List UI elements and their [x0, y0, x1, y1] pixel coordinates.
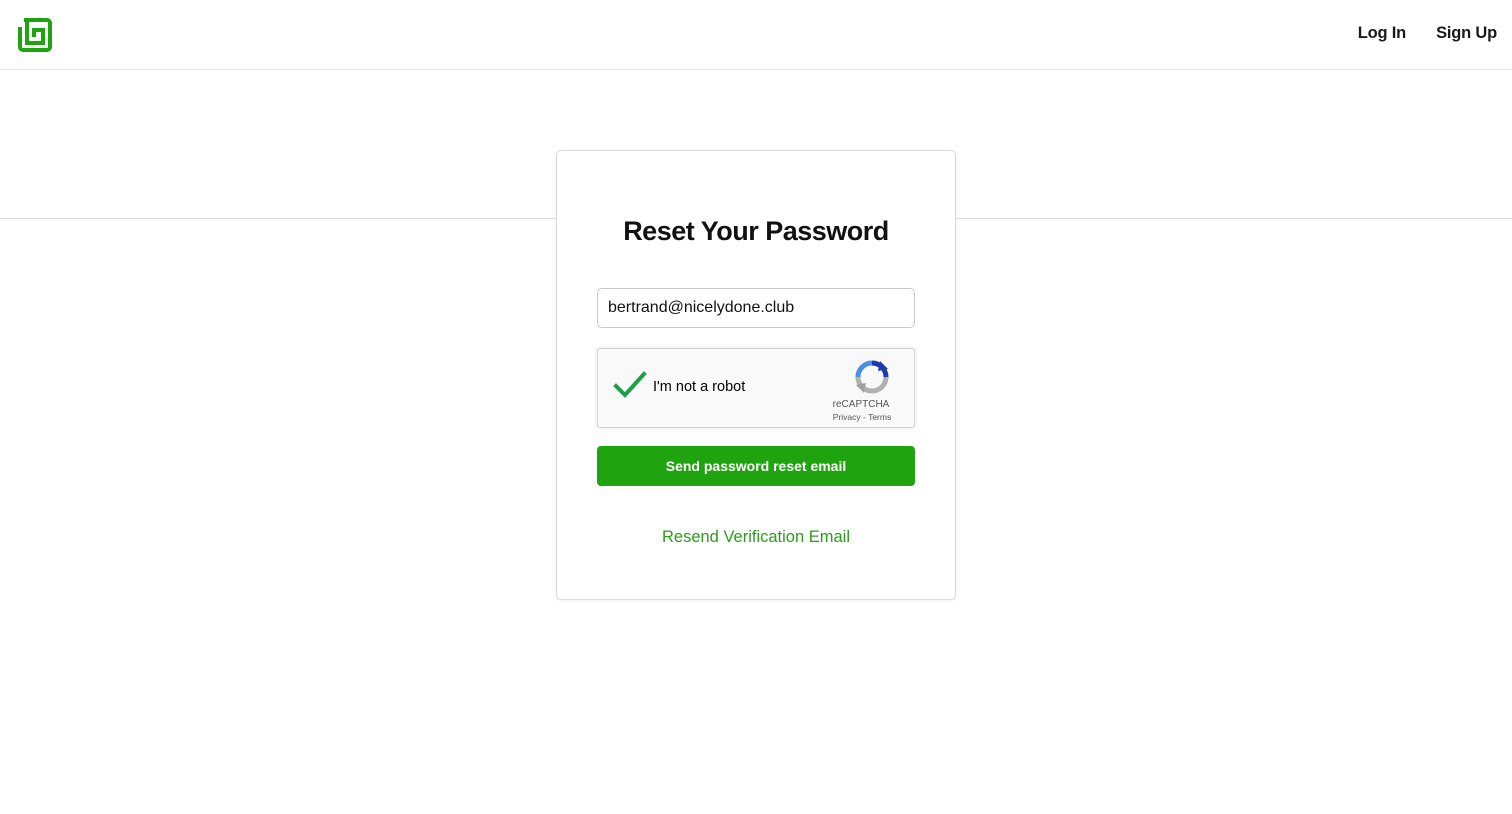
reset-password-card: Reset Your Password I'm not a robot reCA…	[556, 150, 956, 600]
recaptcha-separator: -	[860, 412, 869, 422]
email-field[interactable]	[597, 288, 915, 328]
recaptcha-logo-icon	[855, 360, 889, 394]
top-navigation-bar: Log In Sign Up	[0, 0, 1512, 70]
brand-logo-icon[interactable]	[18, 18, 52, 52]
send-reset-email-button[interactable]: Send password reset email	[597, 446, 915, 486]
recaptcha-brand: reCAPTCHA	[832, 399, 890, 410]
header-nav: Log In Sign Up	[1358, 24, 1497, 43]
recaptcha-checkmark-icon[interactable]	[612, 367, 648, 403]
login-link[interactable]: Log In	[1358, 24, 1406, 43]
recaptcha-privacy-link[interactable]: Privacy	[833, 412, 861, 422]
signup-link[interactable]: Sign Up	[1436, 24, 1497, 43]
recaptcha-widget: I'm not a robot reCAPTCHA Privacy - Term…	[597, 348, 915, 428]
resend-verification-link[interactable]: Resend Verification Email	[557, 528, 955, 547]
recaptcha-label: I'm not a robot	[653, 379, 746, 395]
recaptcha-terms-link[interactable]: Terms	[868, 412, 891, 422]
recaptcha-links: Privacy - Terms	[822, 412, 902, 422]
page-title: Reset Your Password	[623, 216, 889, 246]
